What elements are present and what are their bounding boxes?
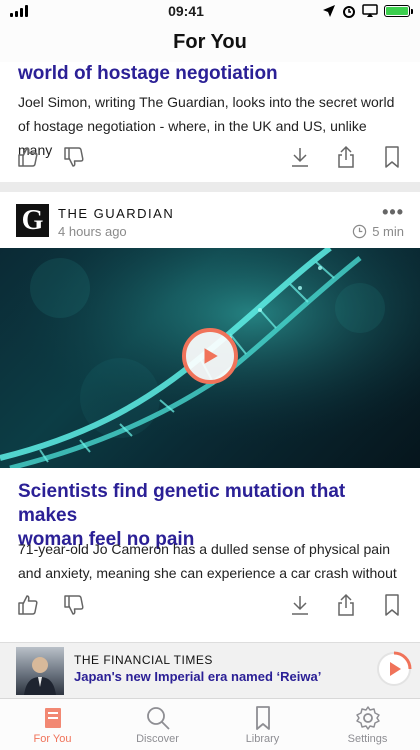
download-icon[interactable]	[288, 593, 312, 617]
tab-bar: For You Discover Library Settings	[0, 698, 420, 750]
article-card[interactable]: G THE GUARDIAN 4 hours ago ••• 5 min Sci…	[0, 192, 420, 642]
source-name: THE GUARDIAN	[58, 206, 175, 221]
tab-discover[interactable]: Discover	[105, 699, 210, 750]
battery-icon	[384, 5, 413, 17]
bookmark-icon[interactable]	[380, 593, 404, 617]
airplay-icon	[362, 4, 378, 18]
page-title: For You	[173, 30, 247, 53]
tab-label: For You	[33, 733, 72, 745]
summary-line: 71-year-old Jo Cameron has a dulled sens…	[18, 541, 390, 557]
mini-player-play-button[interactable]	[376, 651, 412, 687]
thumbs-up-icon[interactable]	[16, 593, 40, 617]
article-hero-image[interactable]	[0, 248, 420, 468]
thumbs-down-icon[interactable]	[62, 145, 86, 169]
thumbs-down-icon[interactable]	[62, 593, 86, 617]
tab-label: Settings	[347, 733, 388, 745]
mini-player-title[interactable]: Japan's new Imperial era named ‘Reiwa’	[74, 669, 321, 684]
play-video-button[interactable]	[182, 328, 238, 384]
published-time: 4 hours ago	[58, 224, 127, 239]
clock-icon	[352, 224, 367, 239]
thumbs-up-icon[interactable]	[16, 145, 40, 169]
read-time: 5 min	[352, 224, 404, 239]
bookmark-icon[interactable]	[380, 145, 404, 169]
more-options-button[interactable]: •••	[382, 202, 404, 223]
share-icon[interactable]	[334, 145, 358, 169]
news-icon	[40, 705, 66, 731]
article-headline[interactable]: world of hostage negotiation	[0, 62, 296, 86]
article-card[interactable]: world of hostage negotiation Joel Simon,…	[0, 62, 420, 182]
status-bar: 09:41	[0, 0, 420, 22]
article-actions	[0, 142, 420, 172]
article-card[interactable]	[0, 632, 420, 642]
tab-settings[interactable]: Settings	[315, 699, 420, 750]
article-source-row: G THE GUARDIAN 4 hours ago ••• 5 min	[16, 202, 404, 239]
gear-icon	[355, 705, 381, 731]
tab-for-you[interactable]: For You	[0, 699, 105, 750]
alarm-icon	[342, 4, 356, 18]
article-summary: 71-year-old Jo Cameron has a dulled sens…	[0, 537, 415, 585]
download-icon[interactable]	[288, 145, 312, 169]
nav-bar: For You	[0, 22, 420, 62]
mini-player-source: THE FINANCIAL TIMES	[74, 653, 213, 667]
guardian-logo: G	[16, 204, 49, 237]
read-time-label: 5 min	[372, 224, 404, 239]
tab-label: Discover	[136, 733, 179, 745]
search-icon	[145, 705, 171, 731]
status-time: 09:41	[168, 3, 204, 19]
signal-icon	[10, 5, 50, 17]
summary-line: Joel Simon, writing The Guardian, looks …	[18, 94, 395, 110]
mini-player[interactable]: THE FINANCIAL TIMES Japan's new Imperial…	[0, 642, 420, 698]
mini-player-thumbnail	[16, 647, 64, 695]
share-icon[interactable]	[334, 593, 358, 617]
feed[interactable]: world of hostage negotiation Joel Simon,…	[0, 62, 420, 642]
tab-library[interactable]: Library	[210, 699, 315, 750]
summary-line: and anxiety, meaning she can experience …	[18, 565, 397, 581]
headline-line: Scientists find genetic mutation that ma…	[18, 481, 346, 526]
location-icon	[322, 4, 336, 18]
article-actions	[0, 590, 420, 620]
bookmark-icon	[250, 705, 276, 731]
tab-label: Library	[245, 733, 280, 745]
